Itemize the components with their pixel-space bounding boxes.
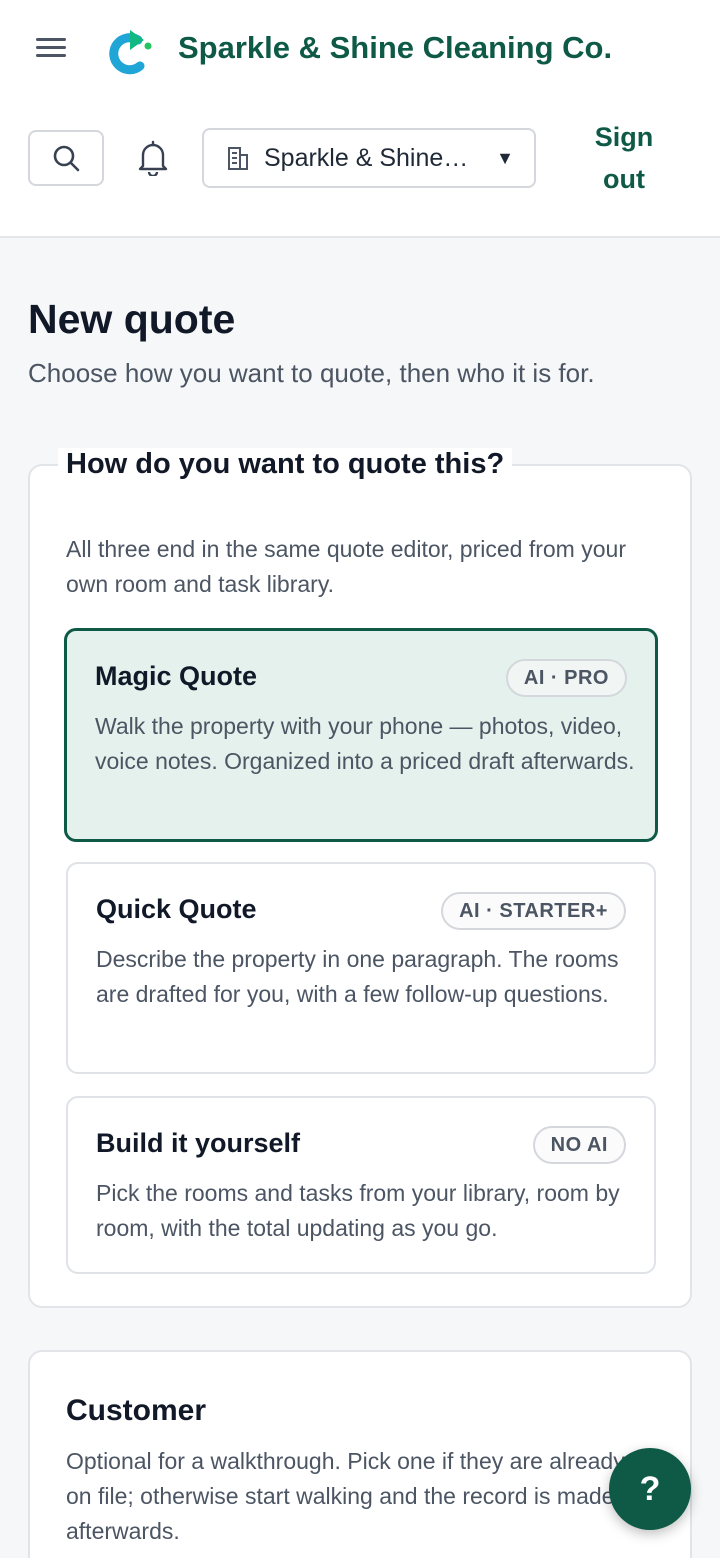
plan-badge: AI · STARTER+ — [441, 892, 626, 930]
option-description: Walk the property with your phone — phot… — [95, 713, 635, 774]
page-title: New quote — [28, 296, 236, 342]
page-subtitle: Choose how you want to quote, then who i… — [28, 358, 595, 388]
plan-badge: NO AI — [532, 1126, 626, 1164]
quote-method-description: All three end in the same quote editor, … — [66, 536, 626, 597]
option-title: Build it yourself — [96, 1128, 301, 1158]
option-title: Magic Quote — [95, 661, 258, 691]
option-quick-quote[interactable]: Quick Quote AI · STARTER+ Describe the p… — [66, 862, 656, 1074]
customer-title: Customer — [66, 1394, 207, 1427]
option-magic-quote[interactable]: Magic Quote AI · PRO Walk the property w… — [64, 628, 658, 842]
hamburger-menu-icon[interactable] — [30, 32, 72, 68]
top-bar: Sparkle & Shine Cleaning Co. Sparkle & S… — [0, 0, 720, 238]
plan-badge: AI · PRO — [505, 659, 627, 697]
building-icon — [228, 147, 248, 170]
customer-section: Customer Optional for a walkthrough. Pic… — [28, 1350, 692, 1558]
brand-logo-icon — [109, 30, 152, 75]
bell-icon — [138, 140, 168, 176]
quote-method-fieldset: How do you want to quote this? All three… — [28, 448, 692, 1308]
sign-out-link[interactable]: Sign out — [584, 116, 664, 200]
option-description: Describe the property in one paragraph. … — [96, 946, 619, 1007]
organization-select[interactable]: Sparkle & Shine Cleaning Co. ▼ — [202, 128, 536, 188]
option-description: Pick the rooms and tasks from your libra… — [96, 1180, 620, 1241]
brand-name: Sparkle & Shine Cleaning Co. — [178, 30, 613, 65]
search-icon — [53, 145, 80, 172]
option-build-it-yourself[interactable]: Build it yourself NO AI Pick the rooms a… — [66, 1096, 656, 1274]
search-button[interactable] — [28, 130, 104, 186]
organization-select-value: Sparkle & Shine Cleaning Co. — [264, 143, 474, 172]
customer-description: Optional for a walkthrough. Pick one if … — [66, 1448, 625, 1544]
notifications-button[interactable] — [130, 134, 176, 182]
quote-method-legend: How do you want to quote this? — [58, 448, 513, 481]
caret-down-icon: ▼ — [496, 148, 514, 168]
help-button[interactable]: ? — [609, 1448, 691, 1530]
option-title: Quick Quote — [96, 894, 257, 924]
